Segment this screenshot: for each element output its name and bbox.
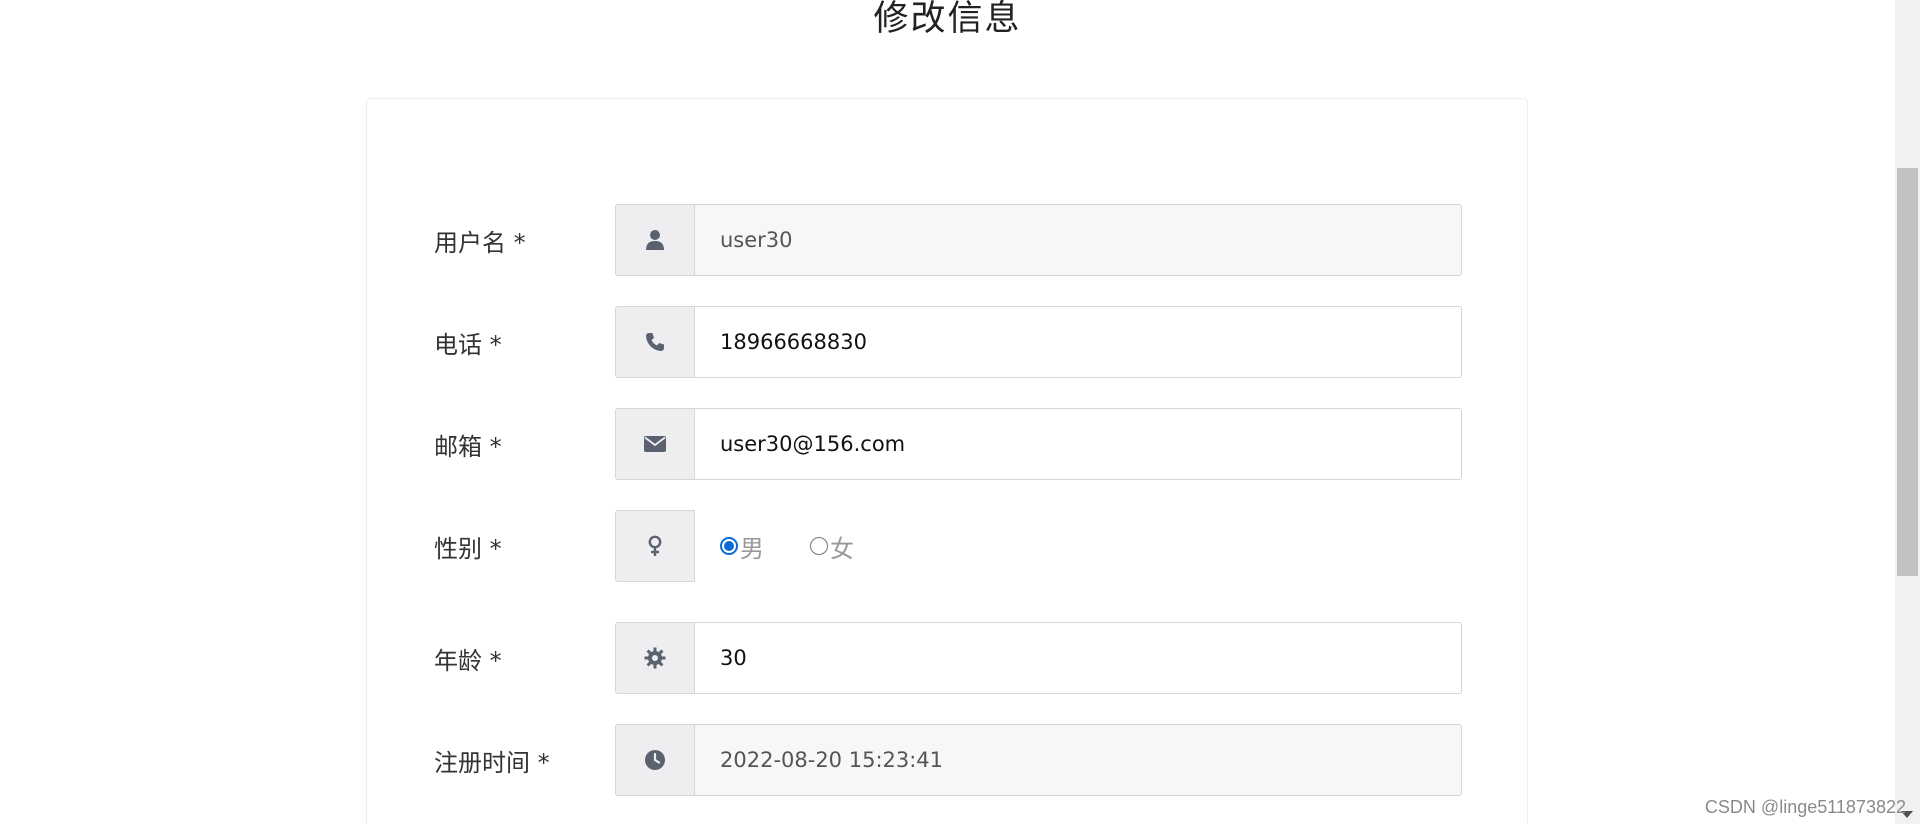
age-field[interactable] [694,622,1462,694]
form-row-email: 邮箱 * [367,408,1527,480]
gender-radio-male[interactable] [720,537,738,555]
form-row-phone: 电话 * [367,306,1527,378]
phone-icon [615,306,695,378]
gender-radio-female[interactable] [810,537,828,555]
gender-option-female-label: 女 [830,534,854,563]
email-label: 邮箱 * [434,433,502,461]
venus-icon [615,510,695,582]
phone-label: 电话 * [434,331,502,359]
clock-icon [615,724,695,796]
register-time-field[interactable] [694,724,1462,796]
envelope-icon [615,408,695,480]
form-row-gender: 性别 * 男 女 [367,510,1527,582]
username-label: 用户名 * [434,229,526,257]
page: 修改信息 用户名 * 电话 * 邮箱 * [0,0,1920,824]
gender-option-female[interactable]: 女 [810,529,854,564]
register-time-label: 注册时间 * [434,749,550,777]
user-icon [615,204,695,276]
form-row-register-time: 注册时间 * [367,724,1527,796]
gender-radio-group: 男 女 [720,528,900,564]
scrollbar-thumb[interactable] [1897,168,1918,576]
username-field[interactable] [694,204,1462,276]
gear-icon [615,622,695,694]
form-row-age: 年龄 * [367,622,1527,694]
form-row-username: 用户名 * [367,204,1527,276]
gender-option-male-label: 男 [740,534,764,563]
gender-label: 性别 * [434,535,502,563]
gender-option-male[interactable]: 男 [720,529,764,564]
age-label: 年龄 * [434,647,502,675]
page-title: 修改信息 [873,0,1022,39]
edit-info-form: 用户名 * 电话 * 邮箱 * [366,98,1528,824]
email-field[interactable] [694,408,1462,480]
vertical-scrollbar[interactable] [1895,0,1920,824]
watermark: CSDN @linge511873822 [1704,797,1906,817]
phone-field[interactable] [694,306,1462,378]
